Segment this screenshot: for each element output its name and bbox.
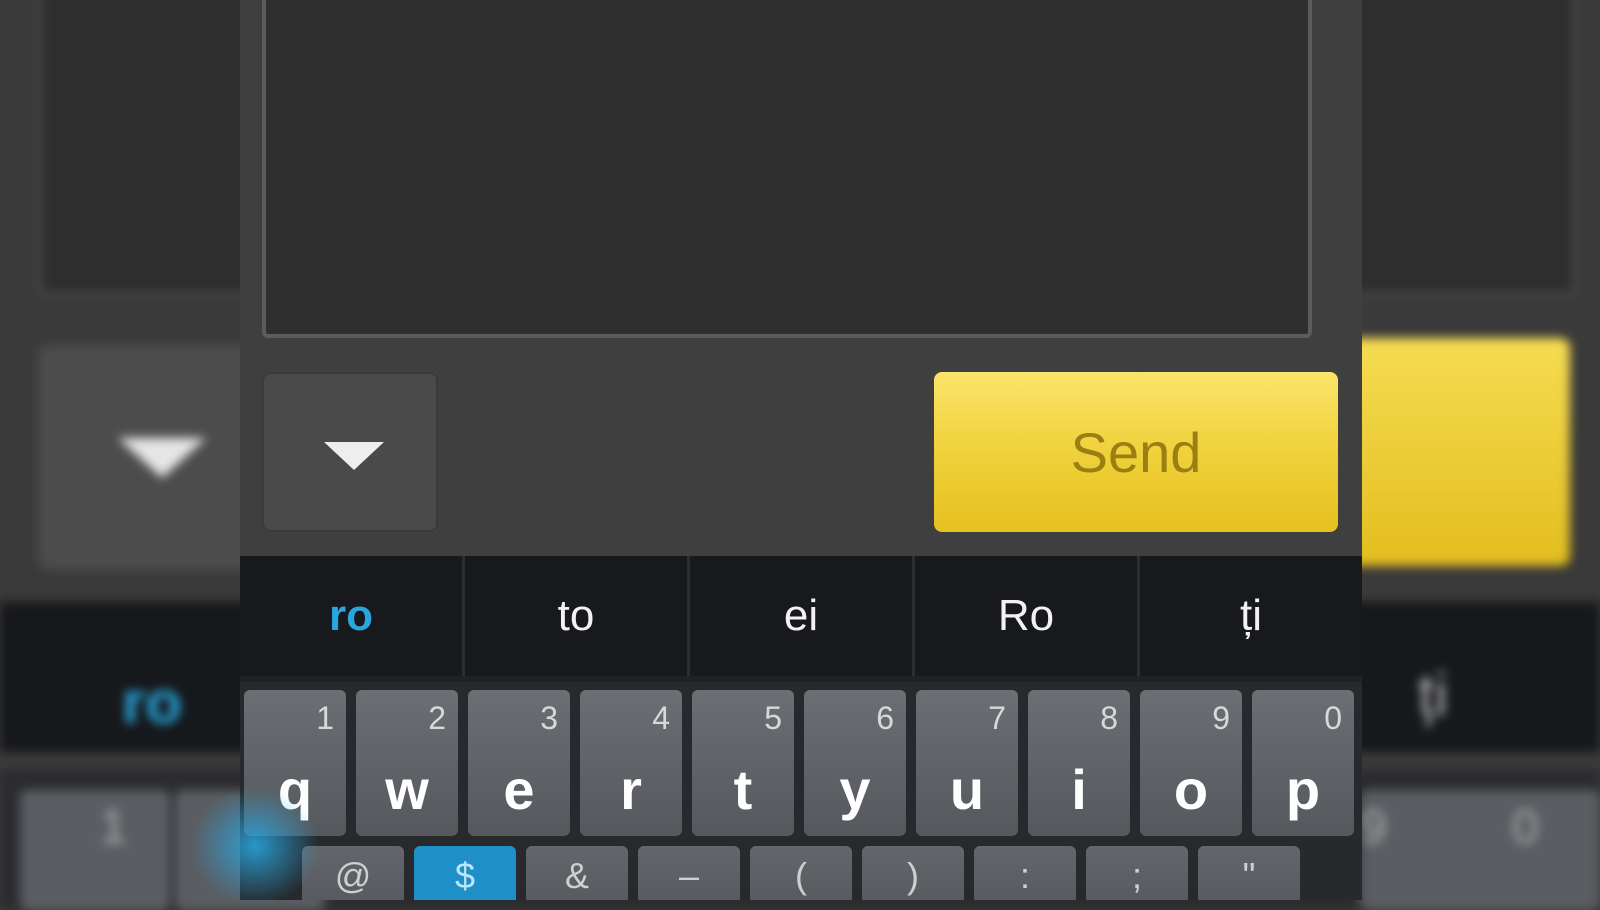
bg-panel-left xyxy=(38,0,264,296)
bg-triangle-down-icon xyxy=(118,438,206,478)
key-label: e xyxy=(503,758,535,821)
key-alt-label: 6 xyxy=(876,700,894,736)
key-alt-label: 8 xyxy=(1100,700,1118,736)
bg-key-number: 1 xyxy=(100,801,127,854)
bg-key-number: 9 xyxy=(1360,801,1387,854)
triangle-down-icon xyxy=(324,442,384,470)
key-alt-label: 5 xyxy=(764,700,782,736)
suggestion-item[interactable]: Ro xyxy=(915,556,1140,676)
key-label: w xyxy=(385,758,429,821)
key-alt-label: 3 xyxy=(540,700,558,736)
key-symbol-close-paren[interactable]: ) xyxy=(862,846,964,900)
key-u[interactable]: 7u xyxy=(916,690,1018,836)
suggestion-item[interactable]: to xyxy=(465,556,690,676)
key-label: q xyxy=(277,758,313,821)
key-alt-label: 2 xyxy=(428,700,446,736)
key-e[interactable]: 3e xyxy=(468,690,570,836)
send-button[interactable]: Send xyxy=(934,372,1338,532)
key-w[interactable]: 2w xyxy=(356,690,458,836)
collapse-toggle-button[interactable] xyxy=(262,372,438,532)
key-symbol-colon[interactable]: : xyxy=(974,846,1076,900)
compose-toolbar: 103 Send xyxy=(240,360,1362,540)
key-symbol-quote[interactable]: " xyxy=(1198,846,1300,900)
suggestion-bar: ro to ei Ro ți xyxy=(240,556,1362,676)
key-symbol-dollar[interactable]: $ xyxy=(414,846,516,900)
bg-key-number: 0 xyxy=(1512,801,1539,854)
key-symbol-dash[interactable]: – xyxy=(638,846,740,900)
suggestion-item[interactable]: ro xyxy=(240,556,465,676)
key-q[interactable]: 1q xyxy=(244,690,346,836)
key-symbol-ampersand[interactable]: & xyxy=(526,846,628,900)
bg-key xyxy=(20,790,170,910)
key-o[interactable]: 9o xyxy=(1140,690,1242,836)
message-text-field[interactable] xyxy=(262,0,1312,338)
key-symbol-open-paren[interactable]: ( xyxy=(750,846,852,900)
key-symbol-at[interactable]: @ xyxy=(302,846,404,900)
key-label: o xyxy=(1173,758,1209,821)
key-label: i xyxy=(1071,758,1087,821)
key-alt-label: 0 xyxy=(1324,700,1342,736)
key-label: t xyxy=(733,758,753,821)
bg-suggestion-left: ro xyxy=(122,669,182,736)
suggestion-item[interactable]: ți xyxy=(1140,556,1362,676)
key-alt-label: 4 xyxy=(652,700,670,736)
key-alt-label: 1 xyxy=(316,700,334,736)
key-r[interactable]: 4r xyxy=(580,690,682,836)
key-alt-label: 9 xyxy=(1212,700,1230,736)
bg-panel-right xyxy=(1340,0,1576,296)
phone-screen: 103 Send ro to ei Ro ți 1q 2w 3e 4r 5t 6… xyxy=(240,0,1362,900)
key-t[interactable]: 5t xyxy=(692,690,794,836)
key-y[interactable]: 6y xyxy=(804,690,906,836)
key-label: y xyxy=(839,758,871,821)
key-i[interactable]: 8i xyxy=(1028,690,1130,836)
bg-suggestion-right: ți xyxy=(1418,661,1448,728)
soft-keyboard: 1q 2w 3e 4r 5t 6y 7u 8i 9o 0p @ $ & – ( … xyxy=(240,676,1362,900)
key-label: u xyxy=(949,758,985,821)
key-symbol-semicolon[interactable]: ; xyxy=(1086,846,1188,900)
key-label: r xyxy=(620,758,642,821)
key-p[interactable]: 0p xyxy=(1252,690,1354,836)
key-label: p xyxy=(1285,758,1321,821)
suggestion-item[interactable]: ei xyxy=(690,556,915,676)
key-alt-label: 7 xyxy=(988,700,1006,736)
